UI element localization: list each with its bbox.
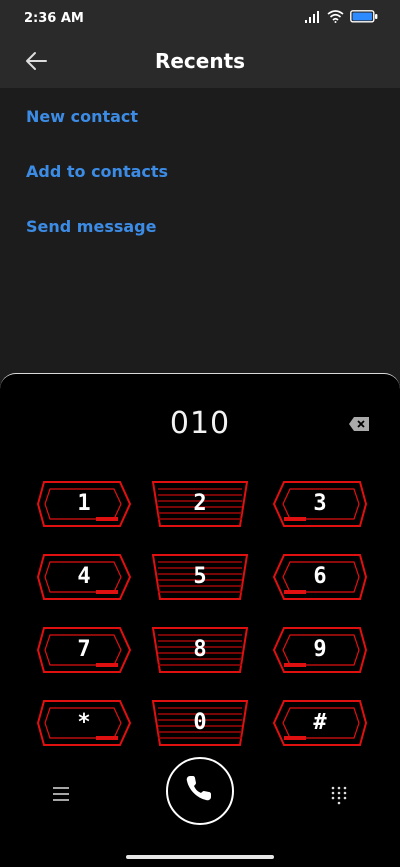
- key-8[interactable]: 8: [152, 627, 248, 673]
- key-6-label: 6: [313, 564, 327, 589]
- dialed-number: 010: [169, 406, 231, 441]
- key-star-label: *: [77, 710, 91, 735]
- key-5[interactable]: 5: [152, 554, 248, 600]
- status-bar: 2:36 AM: [0, 0, 400, 36]
- key-7[interactable]: 7: [36, 627, 132, 673]
- keypad-toggle-button[interactable]: [330, 785, 348, 805]
- key-hash[interactable]: #: [272, 700, 368, 746]
- key-9-label: 9: [313, 637, 327, 662]
- wifi-icon: [327, 10, 344, 23]
- new-contact-link[interactable]: New contact: [0, 88, 400, 143]
- status-time: 2:36 AM: [24, 11, 84, 26]
- key-star[interactable]: *: [36, 700, 132, 746]
- key-1[interactable]: 1: [36, 481, 132, 527]
- menu-icon: [53, 787, 69, 801]
- key-3-label: 3: [313, 491, 327, 516]
- key-1-label: 1: [77, 491, 91, 516]
- contact-actions: New contact Add to contacts Send message: [0, 88, 400, 253]
- dialer-bottom-bar: [0, 757, 400, 827]
- add-to-contacts-link[interactable]: Add to contacts: [0, 143, 400, 198]
- key-5-label: 5: [193, 564, 207, 589]
- key-2-label: 2: [193, 491, 207, 516]
- status-icons: [305, 10, 378, 23]
- backspace-button[interactable]: [348, 416, 370, 432]
- key-2[interactable]: 2: [152, 481, 248, 527]
- backspace-icon: [349, 417, 369, 431]
- home-indicator[interactable]: [126, 855, 274, 859]
- page-title: Recents: [154, 49, 246, 73]
- key-3[interactable]: 3: [272, 481, 368, 527]
- send-message-link[interactable]: Send message: [0, 198, 400, 253]
- key-hash-label: #: [313, 710, 327, 735]
- key-9[interactable]: 9: [272, 627, 368, 673]
- battery-icon: [350, 10, 378, 23]
- phone-icon: [186, 776, 211, 801]
- key-0[interactable]: 0: [152, 700, 248, 746]
- dialer-panel: 010 1 2 3 4 5 6 7 8 9 * 0 #: [0, 373, 400, 867]
- key-4-label: 4: [77, 564, 91, 589]
- key-4[interactable]: 4: [36, 554, 132, 600]
- key-7-label: 7: [77, 637, 91, 662]
- call-button[interactable]: [166, 757, 234, 825]
- menu-button[interactable]: [50, 785, 72, 803]
- dialpad-icon: [331, 786, 347, 805]
- signal-icon: [305, 10, 319, 23]
- key-6[interactable]: 6: [272, 554, 368, 600]
- key-8-label: 8: [193, 637, 207, 662]
- app-bar: Recents: [0, 36, 400, 88]
- key-0-label: 0: [193, 710, 207, 735]
